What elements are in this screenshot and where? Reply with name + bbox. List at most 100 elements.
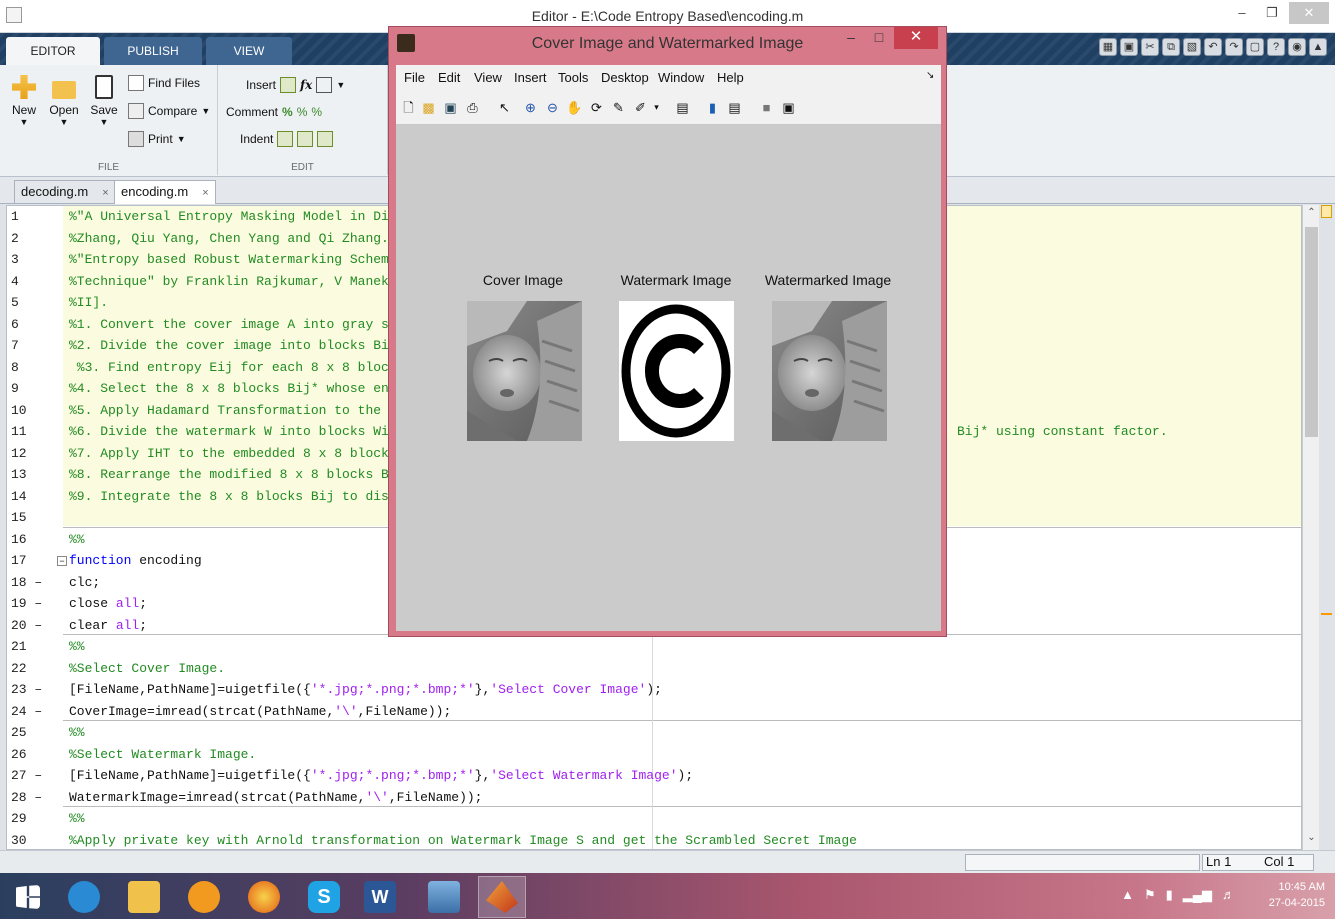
- tab-editor[interactable]: EDITOR: [6, 37, 100, 65]
- scroll-up-icon[interactable]: ⌃: [1303, 207, 1320, 223]
- code-line[interactable]: 30 %Apply private key with Arnold transfo…: [7, 830, 1301, 850]
- menu-help[interactable]: Help: [717, 70, 744, 85]
- figure-window-controls: – □ ✕: [838, 27, 938, 49]
- string-token: 'Select Cover Image': [490, 682, 647, 697]
- new-button[interactable]: New ▼: [6, 75, 42, 127]
- line-number: 2: [11, 230, 19, 246]
- firefox-button[interactable]: [240, 876, 288, 918]
- insert-label: Insert: [246, 78, 277, 92]
- zoom-out-icon[interactable]: ⊖: [544, 99, 561, 116]
- line-number: 20 –: [11, 617, 43, 633]
- restore-icon[interactable]: ❐: [1259, 2, 1285, 24]
- zoom-in-icon[interactable]: ⊕: [522, 99, 539, 116]
- scroll-down-icon[interactable]: ⌄: [1303, 832, 1320, 848]
- find-files-button[interactable]: Find Files: [128, 75, 200, 91]
- minimize-icon[interactable]: –: [838, 27, 864, 49]
- code-line[interactable]: 27 – [FileName,PathName]=uigetfile({'*.jp…: [7, 765, 1301, 787]
- file-tab-decoding[interactable]: decoding.m ×: [14, 180, 116, 204]
- menu-view[interactable]: View: [474, 70, 502, 85]
- analyzer-warning-marker[interactable]: [1321, 613, 1332, 615]
- rotate-3d-icon[interactable]: ⟳: [588, 99, 605, 116]
- figure-window[interactable]: Cover Image and Watermarked Image – □ ✕ …: [388, 26, 947, 637]
- app-button-orange[interactable]: [180, 876, 228, 918]
- battery-icon[interactable]: ▮: [1166, 887, 1173, 903]
- chevron-down-icon[interactable]: ▾: [648, 99, 665, 116]
- link-plot-icon[interactable]: ▤: [674, 99, 691, 116]
- data-cursor-icon[interactable]: ✎: [610, 99, 627, 116]
- internet-explorer-button[interactable]: [60, 876, 108, 918]
- cover-image-title: Cover Image: [482, 272, 564, 288]
- menu-file[interactable]: File: [404, 70, 425, 85]
- comment-button[interactable]: Comment%%%: [226, 105, 322, 119]
- save-button[interactable]: Save ▼: [86, 75, 122, 127]
- matlab-button[interactable]: [478, 876, 526, 918]
- code-line[interactable]: 22 %Select Cover Image.: [7, 658, 1301, 680]
- print-button[interactable]: Print ▼: [128, 131, 186, 147]
- line-number: 24 –: [11, 703, 43, 719]
- compare-button[interactable]: Compare ▼: [128, 103, 210, 119]
- open-button[interactable]: Open ▼: [46, 75, 82, 127]
- help-icon[interactable]: ?: [1267, 38, 1285, 56]
- menu-edit[interactable]: Edit: [438, 70, 460, 85]
- code-line[interactable]: 21%%: [7, 636, 1301, 658]
- comment-text: %6. Divide the watermark W into blocks W…: [69, 424, 389, 439]
- file-explorer-button[interactable]: [120, 876, 168, 918]
- copy-icon[interactable]: ⧉: [1162, 38, 1180, 56]
- code-line[interactable]: 25%%: [7, 722, 1301, 744]
- switch-windows-icon[interactable]: ▢: [1246, 38, 1264, 56]
- close-icon[interactable]: ✕: [1289, 2, 1329, 24]
- open-file-icon[interactable]: ▩: [420, 99, 437, 116]
- search-icon[interactable]: ◉: [1288, 38, 1306, 56]
- undo-icon[interactable]: ↶: [1204, 38, 1222, 56]
- menu-tools[interactable]: Tools: [558, 70, 588, 85]
- redo-icon[interactable]: ↷: [1225, 38, 1243, 56]
- menu-window[interactable]: Window: [658, 70, 704, 85]
- volume-icon[interactable]: ♬: [1222, 887, 1235, 903]
- legend-icon[interactable]: ▤: [726, 99, 743, 116]
- close-tab-icon[interactable]: ×: [102, 187, 108, 199]
- colorbar-icon[interactable]: ▮: [704, 99, 721, 116]
- comment-text: %%: [69, 811, 85, 826]
- new-figure-icon[interactable]: 🗋: [400, 99, 417, 116]
- editor-scrollbar[interactable]: ⌃ ⌄: [1302, 205, 1319, 850]
- layout-icon[interactable]: ▦: [1099, 38, 1117, 56]
- scroll-thumb[interactable]: [1305, 227, 1318, 437]
- code-line[interactable]: 29%%: [7, 808, 1301, 830]
- maximize-icon[interactable]: □: [866, 27, 892, 49]
- menu-desktop[interactable]: Desktop: [601, 70, 649, 85]
- pan-hand-icon[interactable]: ✋: [566, 99, 583, 116]
- word-button[interactable]: W: [356, 876, 404, 918]
- dock-arrow-icon[interactable]: ↘: [926, 70, 934, 81]
- brush-icon[interactable]: ✐: [632, 99, 649, 116]
- code-line[interactable]: 26 %Select Watermark Image.: [7, 744, 1301, 766]
- tab-view[interactable]: VIEW: [206, 37, 292, 65]
- skype-button[interactable]: S: [300, 876, 348, 918]
- code-line[interactable]: 24 – CoverImage=imread(strcat(PathName,'\…: [7, 701, 1301, 723]
- minimize-icon[interactable]: –: [1229, 2, 1255, 24]
- signal-icon[interactable]: ▂▄▆: [1183, 887, 1212, 903]
- flag-icon[interactable]: ⚑: [1144, 887, 1156, 903]
- close-tab-icon[interactable]: ×: [202, 187, 208, 199]
- save-figure-icon[interactable]: ▣: [442, 99, 459, 116]
- indent-button[interactable]: Indent: [240, 131, 334, 147]
- code-line[interactable]: 23 – [FileName,PathName]=uigetfile({'*.jp…: [7, 679, 1301, 701]
- code-line[interactable]: 28 – WatermarkImage=imread(strcat(PathNam…: [7, 787, 1301, 809]
- tab-publish[interactable]: PUBLISH: [104, 37, 202, 65]
- chevron-up-icon[interactable]: ▲: [1121, 887, 1134, 903]
- insert-button[interactable]: Insert fx ▼: [246, 77, 345, 93]
- file-tab-encoding[interactable]: encoding.m ×: [114, 180, 216, 204]
- close-icon[interactable]: ✕: [894, 27, 938, 49]
- select-arrow-icon[interactable]: ↖: [496, 99, 513, 116]
- analyzer-status-icon[interactable]: [1321, 205, 1332, 218]
- show-plot-tools-icon[interactable]: ▣: [780, 99, 797, 116]
- collapse-ribbon-icon[interactable]: ▲: [1309, 38, 1327, 56]
- cut-icon[interactable]: ✂: [1141, 38, 1159, 56]
- print-figure-icon[interactable]: ⎙: [464, 99, 481, 116]
- save-quick-icon[interactable]: ▣: [1120, 38, 1138, 56]
- hide-plot-tools-icon[interactable]: ■: [758, 99, 775, 116]
- clock[interactable]: 10:45 AM 27-04-2015: [1269, 879, 1325, 911]
- menu-insert[interactable]: Insert: [514, 70, 547, 85]
- photo-viewer-button[interactable]: [420, 876, 468, 918]
- start-button[interactable]: [4, 876, 52, 918]
- paste-icon[interactable]: ▧: [1183, 38, 1201, 56]
